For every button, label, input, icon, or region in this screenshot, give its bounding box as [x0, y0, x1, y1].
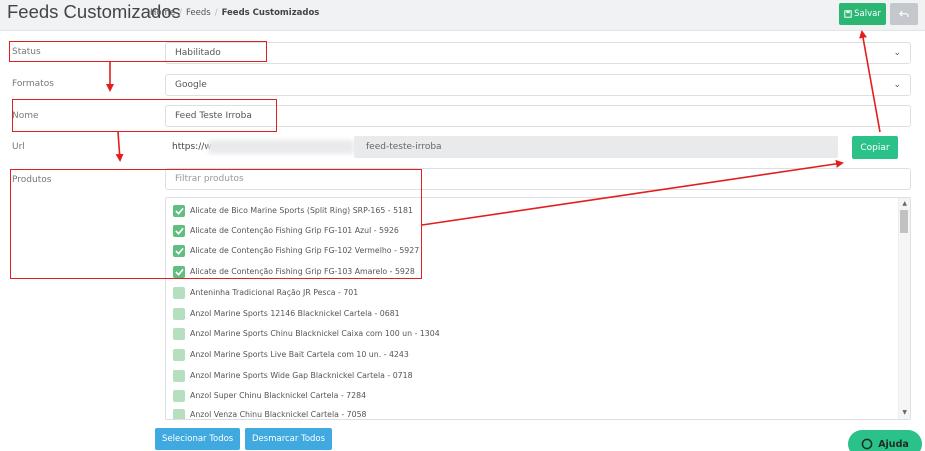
checkbox-unchecked-icon[interactable]: [173, 286, 185, 299]
deselect-all-button[interactable]: Desmarcar Todos: [245, 428, 333, 450]
save-button[interactable]: Salvar: [839, 3, 886, 25]
checkbox-unchecked-icon[interactable]: [173, 348, 185, 361]
page-header: Feeds Customizados Home / Feeds / Feeds Cust…: [0, 0, 925, 31]
save-label: Salvar: [854, 9, 881, 19]
list-item[interactable]: Anteninha Tradicional Ração JR Pesca - 7…: [173, 286, 358, 299]
checkbox-unchecked-icon[interactable]: [173, 307, 185, 320]
breadcrumb-home[interactable]: Home: [150, 8, 175, 18]
formatos-label: Formatos: [12, 79, 54, 89]
checkbox-unchecked-icon[interactable]: [173, 327, 185, 340]
list-item[interactable]: Anzol Marine Sports Wide Gap Blacknickel…: [173, 369, 413, 382]
scrollbar[interactable]: ▲ ▼: [898, 198, 910, 419]
breadcrumb-current: Feeds Customizados: [221, 8, 320, 18]
annotation-box-produtos: [10, 169, 422, 279]
formatos-value: Google: [175, 80, 207, 90]
list-item[interactable]: Anzol Venza Chinu Blacknickel Cartela - …: [173, 408, 367, 419]
breadcrumb-feeds[interactable]: Feeds: [186, 8, 211, 18]
save-icon: [844, 10, 852, 18]
list-item[interactable]: Anzol Marine Sports Live Bait Cartela co…: [173, 348, 409, 361]
help-button[interactable]: Ajuda: [848, 430, 922, 451]
help-label: Ajuda: [878, 438, 909, 450]
product-label: Anzol Marine Sports Live Bait Cartela co…: [190, 350, 409, 359]
back-button[interactable]: [890, 3, 918, 25]
product-label: Anzol Marine Sports Chinu Blacknickel Ca…: [190, 329, 440, 338]
url-blurred-domain: [208, 140, 354, 154]
checkbox-unchecked-icon[interactable]: [173, 408, 185, 419]
url-slug-field[interactable]: feed-teste-irroba: [354, 136, 838, 158]
product-label: Anzol Marine Sports Wide Gap Blacknickel…: [190, 371, 413, 380]
scroll-up-icon[interactable]: ▲: [902, 200, 907, 207]
url-label: Url: [12, 142, 25, 152]
checkbox-unchecked-icon[interactable]: [173, 369, 185, 382]
url-prefix: https://w: [172, 142, 212, 152]
checkbox-unchecked-icon[interactable]: [173, 389, 185, 402]
status-select[interactable]: Habilitado ⌄: [165, 42, 911, 64]
scrollbar-thumb[interactable]: [900, 210, 908, 233]
scroll-down-icon[interactable]: ▼: [902, 409, 907, 416]
annotation-box-status: [9, 41, 267, 62]
breadcrumb: Home / Feeds / Feeds Customizados: [150, 8, 320, 18]
product-label: Anzol Venza Chinu Blacknickel Cartela - …: [190, 410, 367, 419]
annotation-arrow-nome-to-produtos: [115, 131, 124, 162]
copy-button[interactable]: Copiar: [852, 136, 898, 159]
formatos-select[interactable]: Google ⌄: [165, 74, 911, 96]
product-label: Anteninha Tradicional Ração JR Pesca - 7…: [190, 288, 359, 297]
annotation-box-nome: [12, 99, 277, 132]
help-circle-icon: [861, 438, 873, 450]
chevron-down-icon: ⌄: [893, 48, 901, 58]
list-item[interactable]: Anzol Super Chinu Blacknickel Cartela - …: [173, 389, 366, 402]
list-item[interactable]: Anzol Marine Sports 12146 Blacknickel Ca…: [173, 307, 400, 320]
list-item[interactable]: Anzol Marine Sports Chinu Blacknickel Ca…: [173, 327, 440, 340]
select-all-button[interactable]: Selecionar Todos: [155, 428, 241, 450]
chevron-down-icon: ⌄: [893, 80, 901, 90]
product-label: Anzol Marine Sports 12146 Blacknickel Ca…: [190, 309, 400, 318]
back-arrow-icon: [899, 10, 909, 17]
product-label: Anzol Super Chinu Blacknickel Cartela - …: [190, 391, 367, 400]
